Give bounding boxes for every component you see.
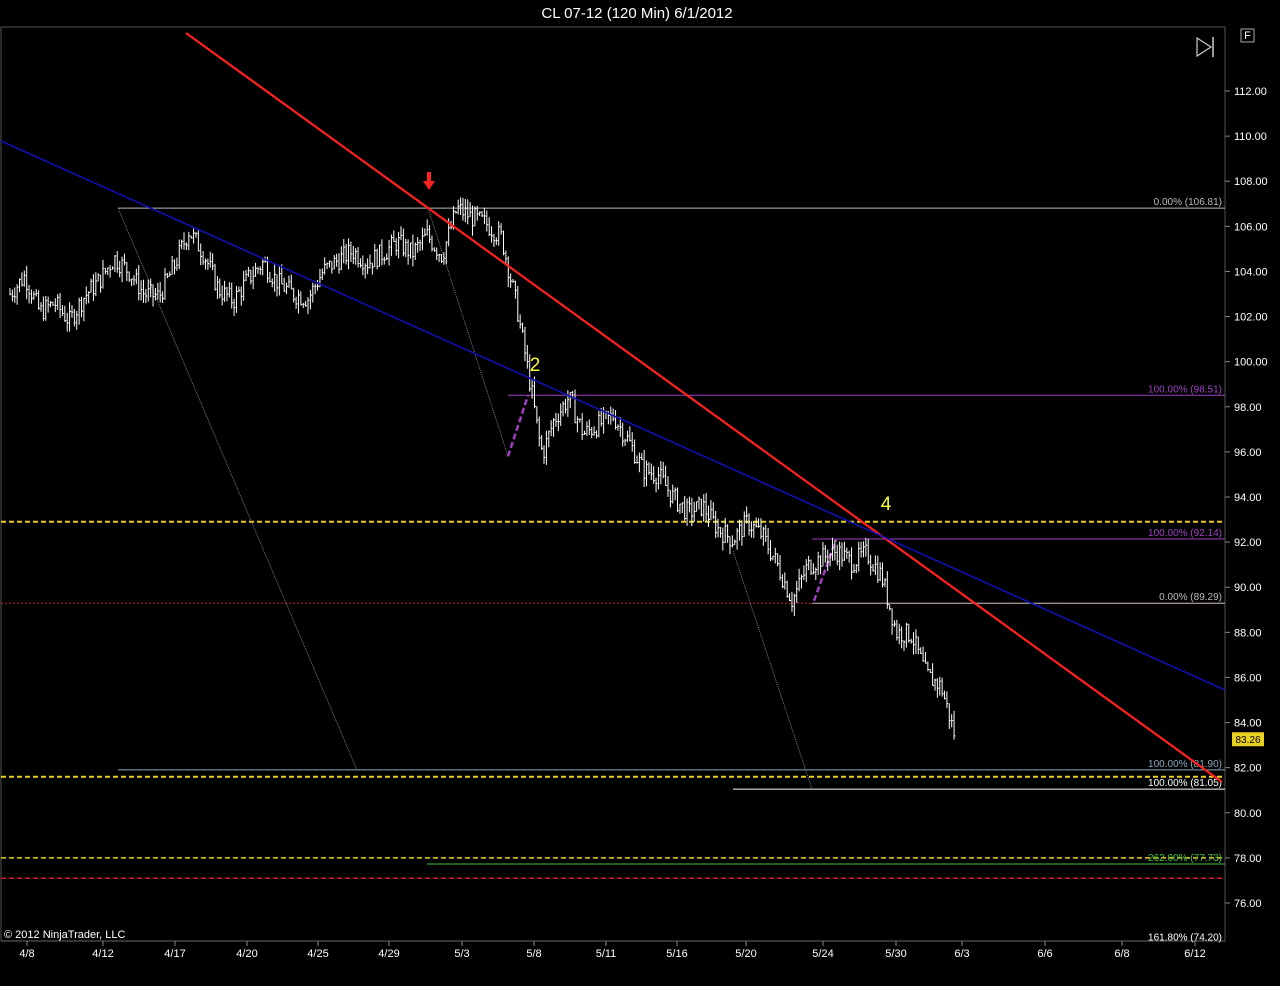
- y-tick-label: 98.00: [1234, 402, 1262, 414]
- y-tick-label: 100.00: [1234, 357, 1268, 369]
- fib-level-label: 100.00% (81.90): [1148, 759, 1222, 770]
- price-chart[interactable]: CL 07-12 (120 Min) 6/1/2012 112.00 110.00…: [0, 0, 1280, 986]
- chart-title: CL 07-12 (120 Min) 6/1/2012: [541, 5, 732, 22]
- x-tick-label: 5/8: [526, 948, 541, 960]
- y-tick-label: 88.00: [1234, 627, 1262, 639]
- y-tick-label: 86.00: [1234, 672, 1262, 684]
- fib-level-label: 100.00% (92.14): [1148, 528, 1222, 539]
- y-tick-label: 102.00: [1234, 312, 1268, 324]
- y-tick-label: 112.00: [1234, 86, 1267, 98]
- x-tick-label: 6/8: [1114, 948, 1129, 960]
- y-tick-label: 90.00: [1234, 582, 1262, 594]
- x-tick-label: 4/25: [307, 948, 328, 960]
- fib-level-label: 100.00% (98.51): [1148, 384, 1222, 395]
- fib-level-label: 161.80% (74.20): [1148, 933, 1222, 944]
- fib-level-label: 100.00% (81.05): [1148, 778, 1222, 789]
- fib-level-label: 0.00% (89.29): [1159, 592, 1222, 603]
- y-tick-label: 82.00: [1234, 763, 1262, 775]
- x-tick-label: 5/24: [812, 948, 833, 960]
- x-tick-label: 4/20: [236, 948, 257, 960]
- x-tick-label: 5/11: [596, 948, 617, 960]
- y-tick-label: 106.00: [1234, 221, 1268, 233]
- fib-level-label: 262.00% (77.73): [1148, 853, 1222, 864]
- y-tick-label: 104.00: [1234, 266, 1268, 278]
- x-tick-label: 5/16: [666, 948, 687, 960]
- x-tick-label: 4/29: [378, 948, 399, 960]
- x-tick-label: 5/20: [735, 948, 756, 960]
- last-price-flag: 83.26: [1232, 732, 1264, 747]
- wave-2-label: 2: [530, 355, 541, 376]
- x-tick-label: 5/3: [454, 948, 469, 960]
- x-tick-label: 6/3: [954, 948, 969, 960]
- y-tick-label: 84.00: [1234, 718, 1262, 730]
- x-tick-label: 6/6: [1037, 948, 1052, 960]
- copyright-notice: © 2012 NinjaTrader, LLC: [4, 929, 125, 941]
- x-tick-label: 6/12: [1184, 948, 1205, 960]
- y-tick-label: 108.00: [1234, 176, 1268, 188]
- y-tick-label: 110.00: [1234, 131, 1267, 143]
- y-tick-label: 80.00: [1234, 808, 1262, 820]
- y-tick-label: 92.00: [1234, 537, 1262, 549]
- y-tick-label: 78.00: [1234, 853, 1262, 865]
- fib-level-label: 0.00% (106.81): [1154, 197, 1222, 208]
- x-tick-label: 5/30: [885, 948, 906, 960]
- y-tick-label: 76.00: [1234, 898, 1262, 910]
- f-button-label: F: [1244, 30, 1251, 42]
- x-tick-label: 4/17: [164, 948, 185, 960]
- wave-4-label: 4: [881, 494, 892, 515]
- last-price-label: 83.26: [1235, 735, 1260, 746]
- x-tick-label: 4/8: [19, 948, 34, 960]
- y-tick-label: 94.00: [1234, 492, 1262, 504]
- y-tick-label: 96.00: [1234, 447, 1262, 459]
- x-tick-label: 4/12: [92, 948, 113, 960]
